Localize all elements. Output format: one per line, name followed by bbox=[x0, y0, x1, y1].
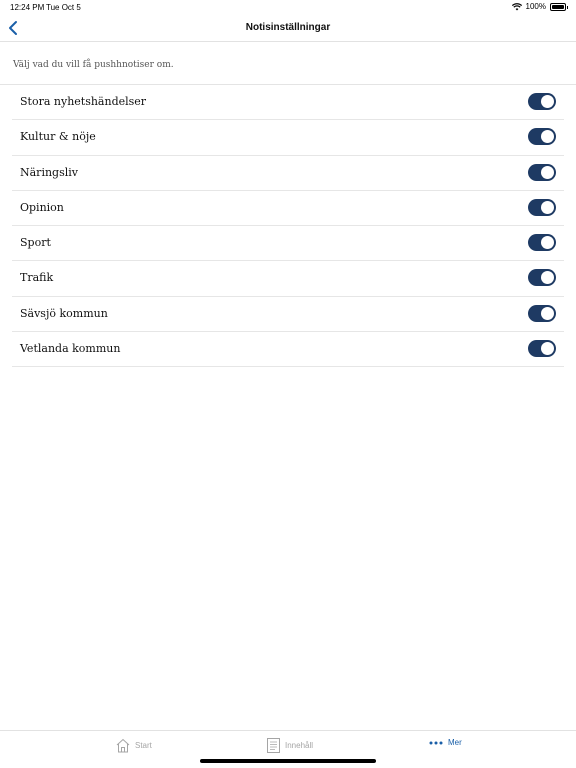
setting-row: Näringsliv bbox=[12, 156, 564, 191]
toggle-switch[interactable] bbox=[528, 340, 556, 358]
tab-start[interactable]: Start bbox=[116, 738, 152, 753]
setting-row: Sävsjö kommun bbox=[12, 297, 564, 333]
toggle-knob bbox=[541, 165, 554, 179]
toggle-switch[interactable] bbox=[528, 234, 556, 252]
intro-text: Välj vad du vill få pushhnotiser om. bbox=[13, 60, 174, 70]
toggle-switch[interactable] bbox=[528, 128, 556, 146]
setting-label: Kultur & nöje bbox=[20, 130, 96, 144]
more-icon bbox=[429, 741, 443, 744]
status-time: 12:24 PM bbox=[10, 3, 45, 12]
battery-icon bbox=[550, 2, 568, 11]
home-icon bbox=[116, 738, 130, 753]
toggle-switch[interactable] bbox=[528, 93, 556, 110]
setting-label: Stora nyhetshändelser bbox=[20, 95, 147, 108]
toggle-knob bbox=[541, 236, 554, 250]
setting-row: Kultur & nöje bbox=[12, 120, 564, 156]
settings-list: Stora nyhetshändelser Kultur & nöje Näri… bbox=[12, 85, 564, 368]
tab-innehall-label: Innehåll bbox=[285, 741, 314, 750]
tab-innehall[interactable]: Innehåll bbox=[267, 738, 313, 753]
setting-label: Sport bbox=[20, 236, 51, 250]
status-bar: 12:24 PM Tue Oct 5 100% bbox=[0, 0, 576, 14]
list-icon bbox=[267, 738, 280, 753]
toggle-knob bbox=[541, 130, 554, 144]
setting-row: Vetlanda kommun bbox=[12, 332, 564, 368]
navigation-bar: Notisinställningar bbox=[0, 14, 576, 42]
toggle-switch[interactable] bbox=[528, 163, 556, 181]
toggle-switch[interactable] bbox=[528, 269, 556, 287]
setting-row: Trafik bbox=[12, 261, 564, 297]
setting-row: Opinion bbox=[12, 191, 564, 227]
wifi-icon bbox=[511, 2, 522, 10]
setting-label: Vetlanda kommun bbox=[20, 342, 121, 356]
setting-row: Sport bbox=[12, 226, 564, 262]
setting-label: Sävsjö kommun bbox=[20, 306, 108, 320]
setting-label: Näringsliv bbox=[20, 165, 78, 179]
page-title: Notisinställningar bbox=[245, 22, 331, 33]
toggle-knob bbox=[541, 342, 554, 356]
setting-label: Trafik bbox=[20, 271, 54, 285]
toggle-switch[interactable] bbox=[528, 198, 556, 216]
tab-start-label: Start bbox=[135, 741, 152, 750]
status-date: Tue Oct 5 bbox=[46, 3, 81, 12]
home-indicator[interactable] bbox=[200, 759, 376, 763]
tab-mer[interactable]: Mer bbox=[429, 738, 462, 747]
toggle-knob bbox=[541, 271, 554, 285]
status-right: 100% bbox=[511, 2, 568, 11]
battery-percent: 100% bbox=[525, 2, 546, 11]
toggle-knob bbox=[541, 306, 554, 320]
toggle-knob bbox=[541, 200, 554, 214]
toggle-switch[interactable] bbox=[528, 304, 556, 322]
toggle-knob bbox=[541, 95, 554, 108]
tab-mer-label: Mer bbox=[448, 738, 462, 747]
setting-row: Stora nyhetshändelser bbox=[12, 85, 564, 121]
setting-label: Opinion bbox=[20, 200, 64, 214]
